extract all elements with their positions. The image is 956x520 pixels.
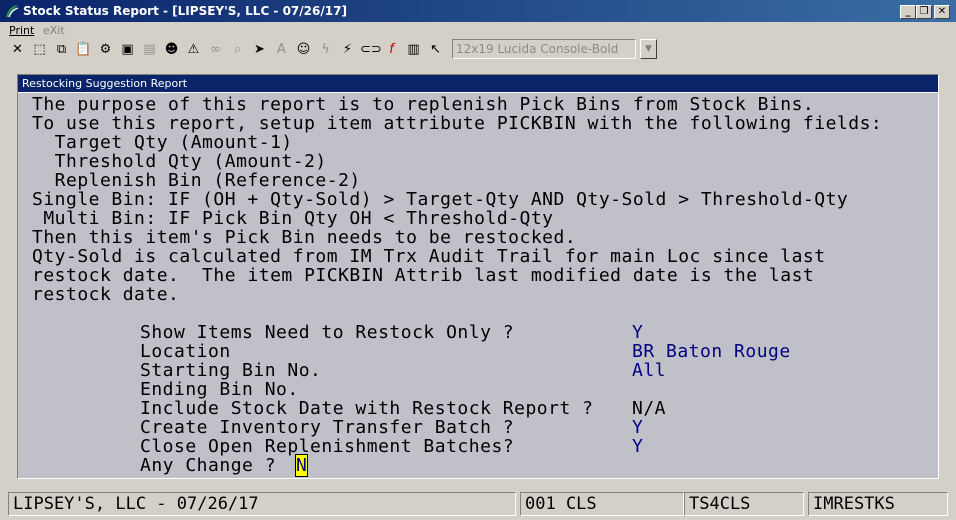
report-screen: Restocking Suggestion Report The purpose… xyxy=(17,74,939,479)
description-line: To use this report, setup item attribute… xyxy=(32,113,883,134)
paste-icon[interactable]: 📋 xyxy=(74,40,93,60)
field-label-show-items: Show Items Need to Restock Only ? xyxy=(140,322,515,343)
title-bar: Stock Status Report - [LIPSEY'S, LLC - 0… xyxy=(0,0,956,22)
field-label-create-transfer: Create Inventory Transfer Batch ? xyxy=(140,417,515,438)
description-line: Qty-Sold is calculated from IM Trx Audit… xyxy=(32,246,826,267)
description-line: Multi Bin: IF Pick Bin Qty OH < Threshol… xyxy=(32,208,554,229)
binoculars-icon[interactable]: ∞ xyxy=(206,40,225,60)
app-icon[interactable] xyxy=(4,3,20,19)
alert-icon[interactable]: ⚠ xyxy=(184,40,203,60)
field-label-include-stock-date: Include Stock Date with Restock Report ? xyxy=(140,398,594,419)
prompt-input[interactable]: N xyxy=(294,454,309,477)
field-value-close-batches[interactable]: Y xyxy=(632,437,643,456)
select-icon[interactable]: ⬚ xyxy=(30,40,49,60)
close-icon[interactable]: ✕ xyxy=(8,40,27,60)
report-header: Restocking Suggestion Report xyxy=(18,75,938,93)
settings-icon[interactable]: ⚙ xyxy=(96,40,115,60)
menu-print[interactable]: Print xyxy=(9,24,34,37)
field-label-location: Location xyxy=(140,341,231,362)
field-value-include-stock-date[interactable]: N/A xyxy=(632,399,666,418)
lightning-icon[interactable]: ϟ xyxy=(316,40,335,60)
run-icon[interactable]: ➤ xyxy=(250,40,269,60)
field-value-show-items[interactable]: Y xyxy=(632,323,643,342)
minimize-button[interactable]: _ xyxy=(900,5,916,19)
field-label-close-batches: Close Open Replenishment Batches? xyxy=(140,436,515,457)
field-value-create-transfer[interactable]: Y xyxy=(632,418,643,437)
magnify-icon[interactable]: ⌕ xyxy=(228,40,247,60)
menu-bar: Print eXit xyxy=(0,22,956,38)
description-line: restock date. The item PICKBIN Attrib la… xyxy=(32,265,815,286)
prompt-label: Any Change ? xyxy=(140,455,277,476)
notes-icon[interactable]: ▤ xyxy=(140,40,159,60)
font-selector[interactable]: 12x19 Lucida Console-Bold xyxy=(452,39,636,59)
status-user: 001 CLS xyxy=(520,492,684,516)
book-icon[interactable]: ▥ xyxy=(404,40,423,60)
users-icon[interactable]: ☻ xyxy=(162,40,181,60)
window-title: Stock Status Report - [LIPSEY'S, LLC - 0… xyxy=(23,4,347,18)
calc-icon[interactable]: ⚡ xyxy=(338,40,357,60)
status-terminal: TS4CLS xyxy=(684,492,804,516)
field-label-ending-bin: Ending Bin No. xyxy=(140,379,299,400)
link-icon[interactable]: ⊂⊃ xyxy=(360,40,382,60)
description-line: The purpose of this report is to repleni… xyxy=(32,94,815,115)
close-button[interactable]: ✕ xyxy=(934,5,950,19)
menu-exit[interactable]: eXit xyxy=(43,24,65,37)
description-line: Single Bin: IF (OH + Qty-Sold) > Target-… xyxy=(32,189,849,210)
description-line: restock date. xyxy=(32,284,180,305)
restore-button[interactable]: ❐ xyxy=(916,5,932,19)
chevron-down-icon[interactable]: ▼ xyxy=(640,39,657,59)
description-line: Threshold Qty (Amount-2) xyxy=(32,151,327,172)
description-line: Then this item's Pick Bin needs to be re… xyxy=(32,227,577,248)
field-value-location[interactable]: BR Baton Rouge xyxy=(632,342,791,361)
description-line: Replenish Bin (Reference-2) xyxy=(32,170,361,191)
description-line: Target Qty (Amount-1) xyxy=(32,132,293,153)
toolbar: ✕ ⬚ ⧉ 📋 ⚙ ▣ ▤ ☻ ⚠ ∞ ⌕ ➤ A ☺ ϟ ⚡ ⊂⊃ f ▥ ↖… xyxy=(4,38,954,62)
help-pointer-icon[interactable]: ↖ xyxy=(426,40,445,60)
field-value-starting-bin[interactable]: All xyxy=(632,361,666,380)
font-icon[interactable]: A xyxy=(272,40,291,60)
user-info-icon[interactable]: ☺ xyxy=(294,40,313,60)
status-company: LIPSEY'S, LLC - 07/26/17 xyxy=(8,492,516,516)
status-program: IMRESTKS xyxy=(808,492,948,516)
copy-icon[interactable]: ⧉ xyxy=(52,40,71,60)
function-icon[interactable]: f xyxy=(382,40,401,60)
field-label-starting-bin: Starting Bin No. xyxy=(140,360,322,381)
window-icon[interactable]: ▣ xyxy=(118,40,137,60)
